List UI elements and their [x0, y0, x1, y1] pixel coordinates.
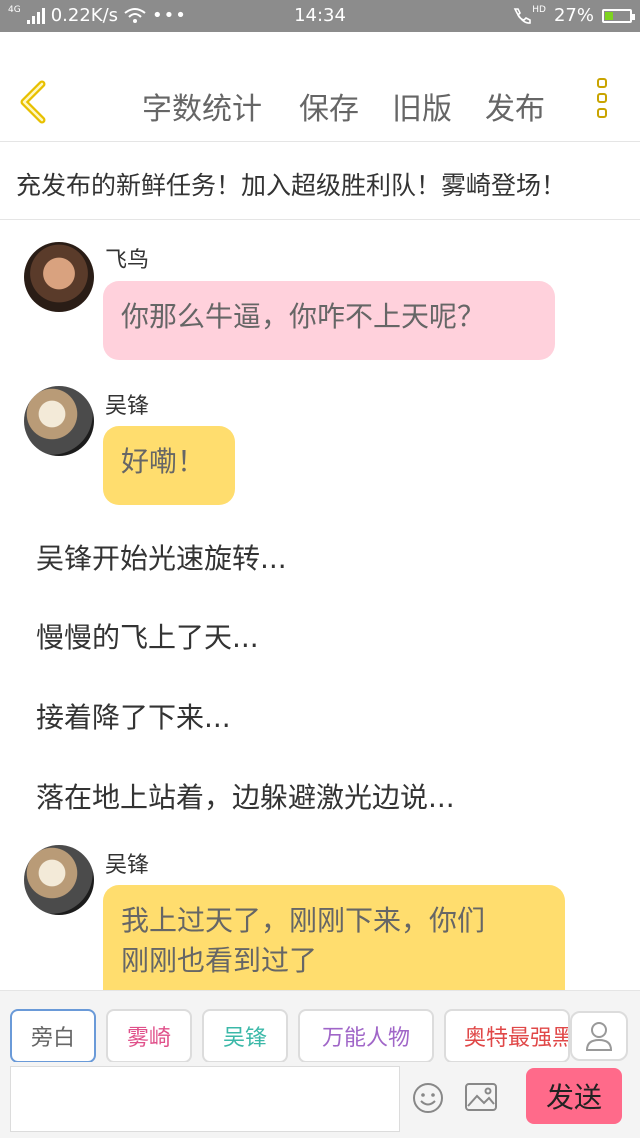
image-icon: [465, 1083, 497, 1111]
role-label: 吴锋: [222, 1026, 267, 1051]
narration-text[interactable]: 吴锋开始光速旋转...: [36, 537, 287, 577]
message-input[interactable]: [10, 1066, 400, 1132]
message-line: 我上过天了，刚刚下来，你们: [121, 904, 486, 937]
narration-text[interactable]: 慢慢的飞上了天...: [36, 616, 259, 656]
phone-icon: [514, 7, 532, 24]
avatar[interactable]: [24, 242, 94, 312]
role-label: 万能人物: [321, 1026, 410, 1051]
back-button[interactable]: [14, 80, 54, 124]
input-bar: 发送: [0, 1062, 640, 1138]
role-tab[interactable]: 奥特最强黑: [444, 1009, 570, 1062]
speaker-name: 吴锋: [105, 394, 150, 419]
message-line: 刚刚也看到过了: [121, 944, 318, 977]
status-bar: 4G 0.22K/s ••• 14:34 HD 27%: [0, 0, 640, 32]
role-selector: 旁白 雾崎 吴锋 万能人物 奥特最强黑: [0, 990, 640, 1062]
narration-text[interactable]: 落在地上站着，边躲避激光边说...: [36, 776, 455, 816]
role-tab[interactable]: 吴锋: [202, 1009, 288, 1062]
save-button[interactable]: 保存: [299, 84, 359, 128]
editor-header: 字数统计 保存 旧版 发布: [0, 32, 640, 142]
person-icon: [585, 1022, 613, 1051]
battery-percent: 27%: [553, 5, 594, 26]
old-version-button[interactable]: 旧版: [392, 84, 452, 128]
send-button[interactable]: 发送: [526, 1068, 622, 1124]
image-button[interactable]: [464, 1082, 498, 1112]
hd-label: HD: [532, 5, 546, 15]
add-role-button[interactable]: [570, 1011, 628, 1061]
role-tab[interactable]: 万能人物: [298, 1009, 434, 1062]
emoji-button[interactable]: [412, 1082, 444, 1114]
notice-banner: 充发布的新鲜任务！加入超级胜利队！雾崎登场！: [0, 142, 640, 220]
chevron-left-icon: [20, 80, 46, 124]
battery-icon: [602, 8, 635, 23]
publish-button[interactable]: 发布: [485, 84, 545, 128]
avatar[interactable]: [24, 386, 94, 456]
emoji-icon: [413, 1083, 443, 1113]
status-right: HD 27%: [512, 5, 635, 26]
narration-text[interactable]: 接着降了下来...: [36, 696, 231, 736]
role-label: 雾崎: [126, 1026, 171, 1051]
avatar[interactable]: [24, 845, 94, 915]
role-label: 奥特最强黑: [464, 1026, 570, 1051]
more-vertical-icon[interactable]: [594, 78, 616, 130]
role-label: 旁白: [30, 1026, 75, 1051]
message-bubble[interactable]: 你那么牛逼，你咋不上天呢？: [103, 281, 555, 360]
message-bubble[interactable]: 好嘞！: [103, 426, 235, 505]
role-tab[interactable]: 旁白: [10, 1009, 96, 1062]
speaker-name: 吴锋: [105, 853, 150, 878]
notice-text: 充发布的新鲜任务！加入超级胜利队！雾崎登场！: [16, 171, 567, 200]
role-tab[interactable]: 雾崎: [106, 1009, 192, 1062]
word-count-button[interactable]: 字数统计: [142, 84, 262, 128]
speaker-name: 飞鸟: [105, 248, 150, 273]
